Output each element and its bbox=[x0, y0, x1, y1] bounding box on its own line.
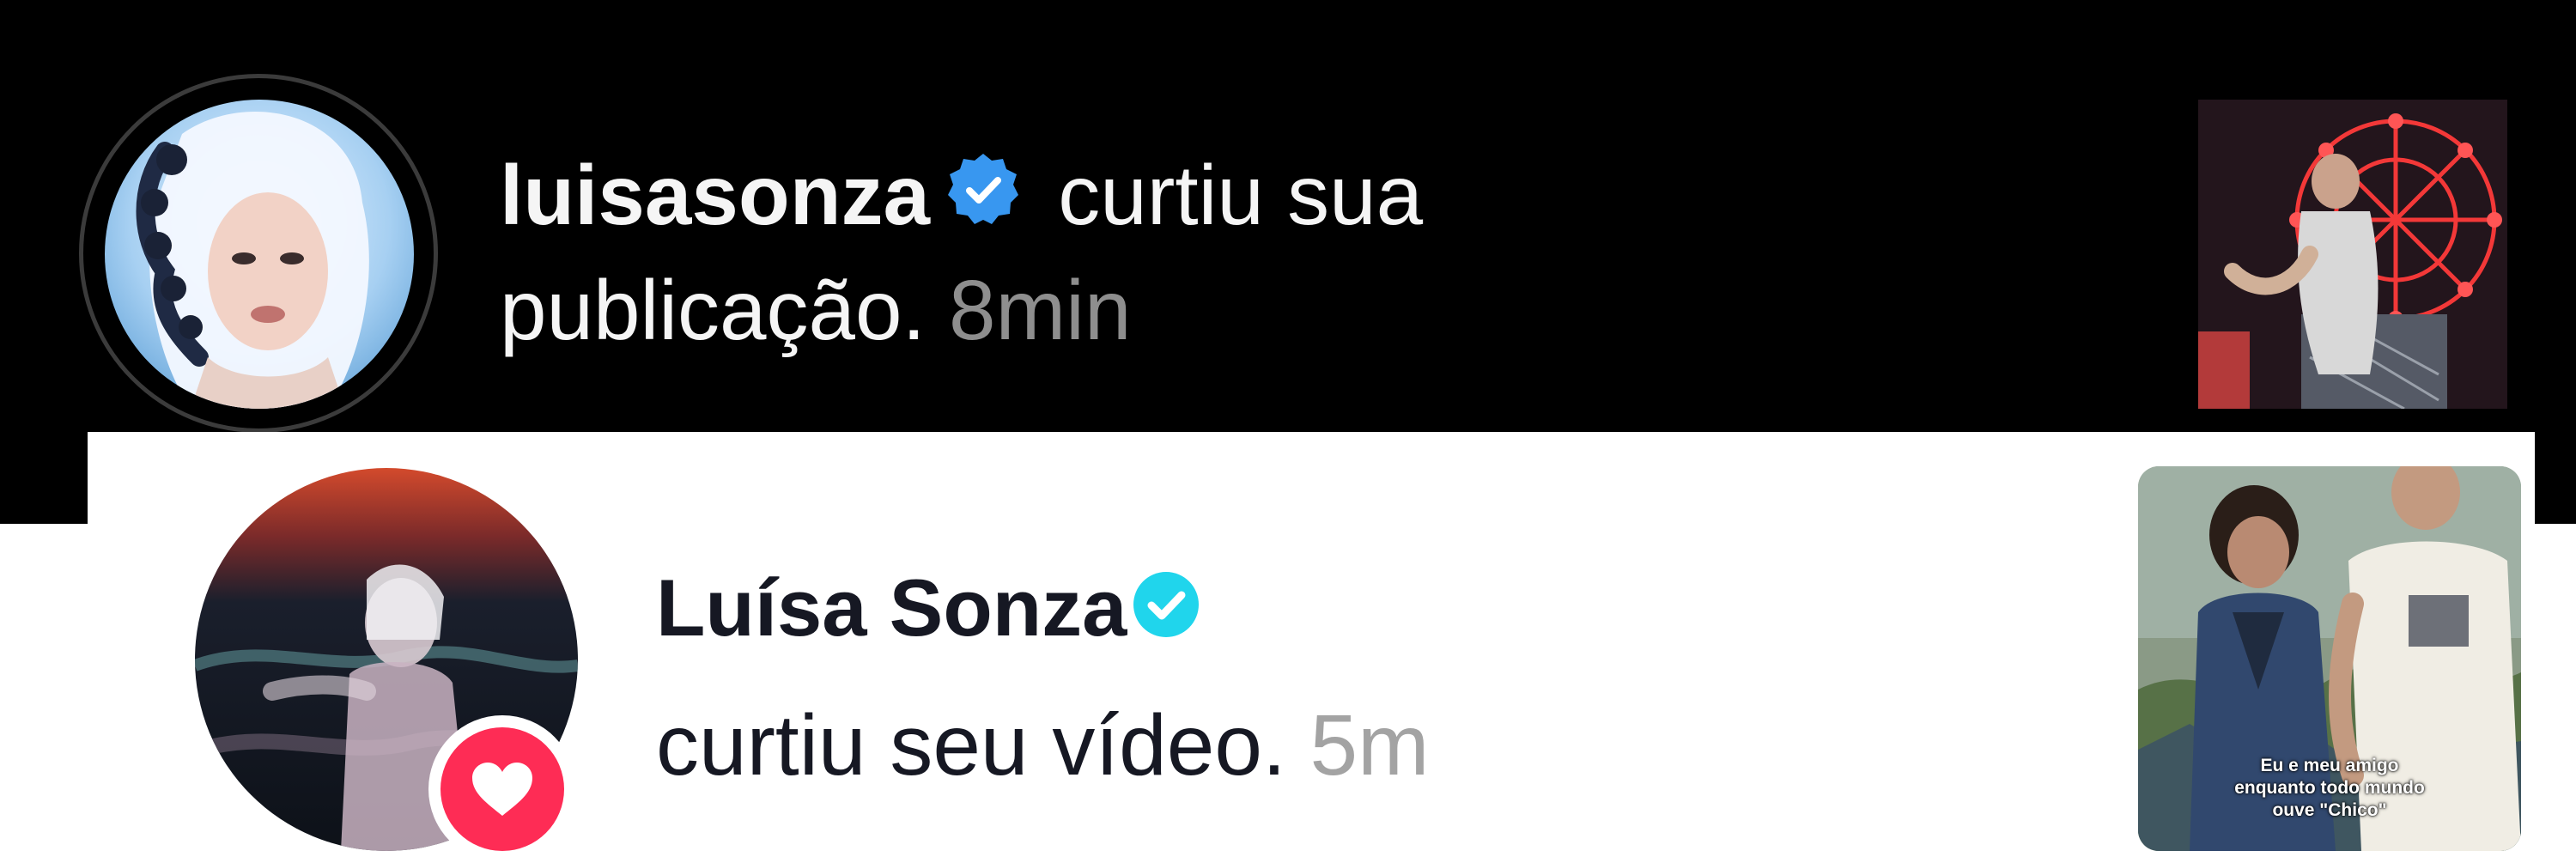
ig-avatar[interactable] bbox=[105, 100, 414, 409]
tiktok-like-notification[interactable]: Luísa Sonza curtiu seu vídeo. 5m Eu e me… bbox=[88, 432, 2535, 863]
verified-badge-icon bbox=[930, 144, 1035, 228]
tt-timestamp: 5m bbox=[1309, 697, 1430, 793]
post-thumbnail-icon bbox=[2198, 100, 2507, 409]
ig-action-line1: curtiu sua bbox=[1035, 148, 1424, 242]
ig-username[interactable]: luisasonza bbox=[500, 148, 930, 242]
caption-line: Eu e meu amigo bbox=[2260, 756, 2399, 775]
ig-notification-text: luisasonza curtiu sua publicação. 8min bbox=[500, 137, 1616, 368]
verified-badge-icon bbox=[1130, 566, 1202, 638]
caption-line: ouve "Chico" bbox=[2272, 800, 2387, 820]
ig-action-line2: publicação. bbox=[500, 263, 950, 357]
ig-timestamp: 8min bbox=[949, 263, 1132, 357]
video-caption: Eu e meu amigo enquanto todo mundo ouve … bbox=[2138, 755, 2521, 822]
tt-video-thumbnail[interactable]: Eu e meu amigo enquanto todo mundo ouve … bbox=[2138, 466, 2521, 851]
tt-name-text[interactable]: Luísa Sonza bbox=[656, 562, 1127, 653]
profile-photo-icon bbox=[105, 100, 414, 409]
heart-icon bbox=[472, 763, 532, 816]
ig-post-thumbnail[interactable] bbox=[2198, 100, 2507, 409]
tt-action-text: curtiu seu vídeo. bbox=[656, 697, 1310, 793]
like-badge bbox=[428, 715, 576, 863]
tt-notification-text: curtiu seu vídeo. 5m bbox=[656, 694, 1429, 797]
caption-line: enquanto todo mundo bbox=[2234, 778, 2425, 798]
tt-display-name[interactable]: Luísa Sonza bbox=[656, 561, 1202, 655]
